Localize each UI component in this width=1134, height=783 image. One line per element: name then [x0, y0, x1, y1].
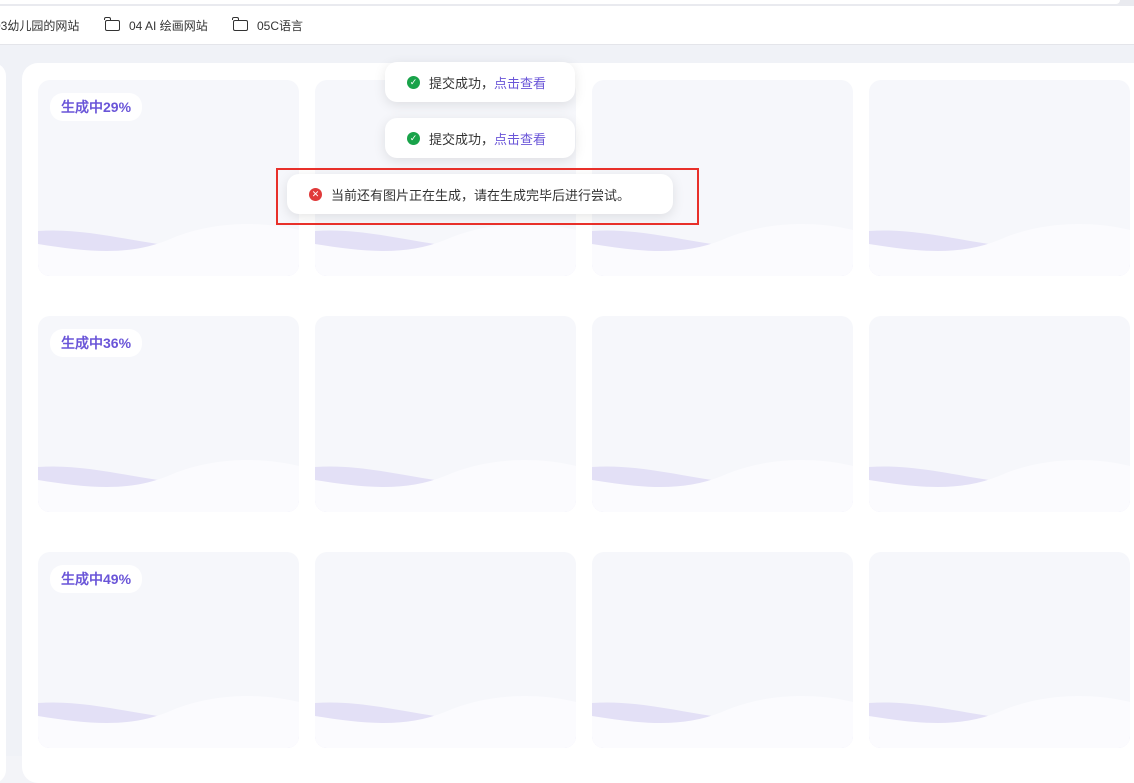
- wave-placeholder-graphic: [38, 696, 299, 748]
- bookmark-label: 03幼儿园的网站: [0, 18, 80, 33]
- annotation-highlight-box: [276, 168, 699, 225]
- wave-placeholder-graphic: [869, 460, 1130, 512]
- wave-placeholder-graphic: [869, 696, 1130, 748]
- wave-placeholder-graphic: [315, 460, 576, 512]
- address-bar-edge: [0, 0, 1120, 4]
- wave-placeholder-graphic: [869, 224, 1130, 276]
- wave-placeholder-graphic: [592, 460, 853, 512]
- generation-progress-badge: 生成中29%: [50, 93, 143, 121]
- image-card[interactable]: [315, 316, 576, 512]
- folder-icon: [232, 16, 248, 31]
- bookmark-label: 04 AI 绘画网站: [129, 18, 208, 33]
- wave-placeholder-graphic: [592, 224, 853, 276]
- folder-icon: [104, 16, 120, 31]
- image-card[interactable]: [869, 316, 1130, 512]
- wave-placeholder-graphic: [315, 224, 576, 276]
- wave-placeholder-graphic: [38, 460, 299, 512]
- wave-placeholder-graphic: [315, 696, 576, 748]
- image-card[interactable]: 生成中49%: [38, 552, 299, 748]
- check-circle-icon: ✓: [407, 75, 420, 89]
- view-link[interactable]: 点击查看: [494, 73, 546, 92]
- image-card[interactable]: [592, 552, 853, 748]
- image-card[interactable]: [869, 552, 1130, 748]
- view-link[interactable]: 点击查看: [494, 129, 546, 148]
- image-card[interactable]: 生成中36%: [38, 316, 299, 512]
- image-card[interactable]: [869, 80, 1130, 276]
- wave-placeholder-graphic: [592, 696, 853, 748]
- bookmark-kindergarten[interactable]: 03幼儿园的网站: [0, 16, 79, 34]
- bookmark-c-language[interactable]: 05C语言: [232, 16, 304, 34]
- success-toast-1: ✓ 提交成功， 点击查看: [385, 62, 575, 102]
- bookmarks-bar: 03幼儿园的网站 04 AI 绘画网站 05C语言: [0, 6, 1134, 45]
- generation-progress-badge: 生成中49%: [50, 565, 143, 593]
- toast-message: 提交成功，: [429, 131, 495, 147]
- generation-progress-badge: 生成中36%: [50, 329, 143, 357]
- success-toast-2: ✓ 提交成功， 点击查看: [385, 118, 575, 158]
- image-card[interactable]: 生成中29%: [38, 80, 299, 276]
- wave-placeholder-graphic: [38, 224, 299, 276]
- bookmark-label: 05C语言: [257, 18, 304, 33]
- sidebar-panel: [0, 63, 6, 783]
- check-circle-icon: ✓: [407, 131, 420, 145]
- image-card[interactable]: [315, 552, 576, 748]
- bookmark-ai-drawing[interactable]: 04 AI 绘画网站: [104, 16, 208, 34]
- image-card[interactable]: [592, 316, 853, 512]
- toast-message: 提交成功，: [429, 75, 495, 91]
